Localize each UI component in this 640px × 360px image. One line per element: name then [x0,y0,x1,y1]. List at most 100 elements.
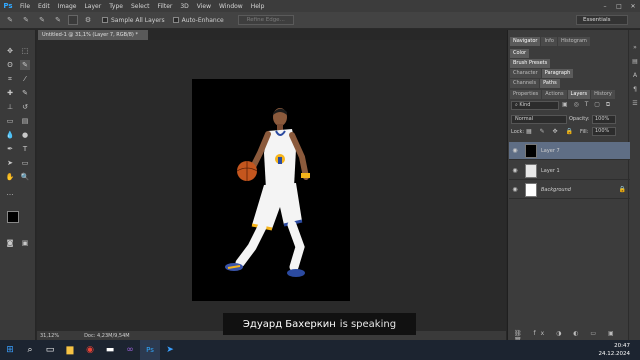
add-to-selection-icon[interactable]: ✎ [36,14,48,26]
quick-selection-tool-icon[interactable]: ✎ [4,14,16,26]
blur-tool-icon[interactable]: 💧 [5,130,15,140]
menu-edit[interactable]: Edit [34,3,54,10]
screen-mode-icon[interactable]: ▣ [20,238,30,248]
healing-brush-icon[interactable]: ✚ [5,88,15,98]
search-icon[interactable]: ⌕ [20,340,40,360]
layer-row-background[interactable]: ◉ Background 🔒 [509,181,630,199]
auto-enhance-checkbox[interactable] [172,17,179,23]
layer-name: Background [541,186,571,193]
foreground-color-swatch[interactable] [7,211,19,223]
layer-kind-filter[interactable]: ⌕ Kind [511,101,559,110]
menu-image[interactable]: Image [54,3,81,10]
menu-layer[interactable]: Layer [80,3,105,10]
visibility-eye-icon[interactable]: ◉ [509,167,521,174]
pen-tool-icon[interactable]: ✒ [5,144,15,154]
clone-stamp-icon[interactable]: ⊥ [5,102,15,112]
tab-properties[interactable]: Properties [510,90,542,99]
minimize-button[interactable]: – [598,0,612,12]
basketball-player-image [225,108,310,277]
tab-character[interactable]: Character [510,69,541,78]
eraser-tool-icon[interactable]: ▭ [5,116,15,126]
tab-navigator[interactable]: Navigator [510,37,541,46]
menu-select[interactable]: Select [127,3,154,10]
tab-info[interactable]: Info [541,37,557,46]
panel-icon-b[interactable]: A [629,68,640,82]
windows-start-icon[interactable]: ⊞ [0,340,20,360]
sample-all-layers-checkbox[interactable] [102,17,108,23]
quick-selection-tool-icon-active[interactable]: ✎ [20,60,30,70]
tab-channels[interactable]: Channels [510,79,540,88]
canvas[interactable] [192,79,350,301]
tab-histogram[interactable]: Histogram [557,37,590,46]
panel-icon-a[interactable]: ▤ [629,54,640,68]
more-tools-icon[interactable]: … [5,188,15,198]
telegram-icon[interactable]: ➤ [160,340,180,360]
terminal-icon[interactable]: ▬ [100,340,120,360]
visibility-eye-icon[interactable]: ◉ [509,147,521,154]
tab-actions[interactable]: Actions [542,90,567,99]
menu-view[interactable]: View [193,3,215,10]
photoshop-taskbar-icon[interactable]: Ps [140,340,160,360]
filter-icons[interactable]: ▣ ◎ T ▢ ⧉ [562,101,618,110]
eyedropper-tool-icon[interactable]: ⁄ [20,74,30,84]
tab-brush-presets[interactable]: Brush Presets [510,59,551,68]
maximize-button[interactable]: □ [612,0,626,12]
menu-3d[interactable]: 3D [176,3,192,10]
close-button[interactable]: ✕ [626,0,640,12]
history-brush-icon[interactable]: ↺ [20,102,30,112]
brush-size-picker[interactable] [68,15,78,25]
opacity-input[interactable]: 100% [592,115,616,124]
tab-paragraph[interactable]: Paragraph [541,69,574,78]
menu-window[interactable]: Window [215,3,247,10]
zoom-level[interactable]: 31,12% [40,333,59,339]
layer-row-layer-1[interactable]: ◉ Layer 1 [509,162,630,180]
dodge-tool-icon[interactable]: ● [20,130,30,140]
brush-settings-icon[interactable]: ⚙ [82,14,94,26]
move-tool-icon[interactable]: ✥ [5,46,15,56]
quick-mask-icon[interactable]: ◙ [5,238,15,248]
brush-tool-icon[interactable]: ✎ [20,88,30,98]
chrome-icon[interactable]: ◉ [80,340,100,360]
menu-file[interactable]: File [16,3,34,10]
lock-icons[interactable]: ▦ ✎ ✥ 🔒 [526,128,576,135]
subtract-selection-icon[interactable]: ✎ [52,14,64,26]
tab-paths[interactable]: Paths [540,79,560,88]
collapse-panels-icon[interactable]: » [629,40,640,54]
refine-edge-button[interactable]: Refine Edge... [237,15,294,25]
tab-layers[interactable]: Layers [567,90,591,99]
visibility-eye-icon[interactable]: ◉ [509,186,521,193]
opacity-label: Opacity: [569,116,590,122]
gradient-tool-icon[interactable]: ▤ [20,116,30,126]
type-tool-icon[interactable]: T [20,144,30,154]
file-explorer-icon[interactable]: ▆ [60,340,80,360]
fill-input[interactable]: 100% [592,127,616,136]
panel-icon-c[interactable]: ¶ [629,82,640,96]
tab-color[interactable]: Color [510,49,530,58]
menu-type[interactable]: Type [105,3,127,10]
panel-icon-d[interactable]: ☰ [629,96,640,110]
menu-filter[interactable]: Filter [154,3,177,10]
layer-row-layer-7[interactable]: ◉ Layer 7 [509,142,630,160]
new-selection-icon[interactable]: ✎ [20,14,32,26]
zoom-tool-icon[interactable]: 🔍 [20,172,30,182]
options-bar: ✎ ✎ ✎ ✎ ⚙ Sample All Layers Auto-Enhance… [0,12,640,29]
visual-studio-icon[interactable]: ∞ [120,340,140,360]
system-clock[interactable]: 20:47 24.12.2024 [599,342,631,358]
blend-mode-select[interactable]: Normal [511,115,567,124]
layers-bottom-toolbar[interactable]: ⛓ fx ◑ ◐ ▭ ▣ 🗑 [514,330,624,344]
layers-panel-tabs: Properties Actions Layers History [510,90,620,99]
hand-tool-icon[interactable]: ✋ [5,172,15,182]
menu-bar: Ps File Edit Image Layer Type Select Fil… [0,0,640,12]
tab-history[interactable]: History [591,90,615,99]
brush-presets-panel-tabs: Brush Presets [510,59,620,68]
path-selection-icon[interactable]: ➤ [5,158,15,168]
document-tab[interactable]: Untitled-1 @ 31,1% (Layer 7, RGB/8) * [38,30,148,40]
task-view-icon[interactable]: ▭ [40,340,60,360]
menu-help[interactable]: Help [247,3,269,10]
photoshop-logo: Ps [3,2,13,10]
workspace-select[interactable]: Essentials [576,15,628,25]
lasso-tool-icon[interactable]: ʘ [5,60,15,70]
marquee-tool-icon[interactable]: ⬚ [20,46,30,56]
crop-tool-icon[interactable]: ⌗ [5,74,15,84]
shape-tool-icon[interactable]: ▭ [20,158,30,168]
